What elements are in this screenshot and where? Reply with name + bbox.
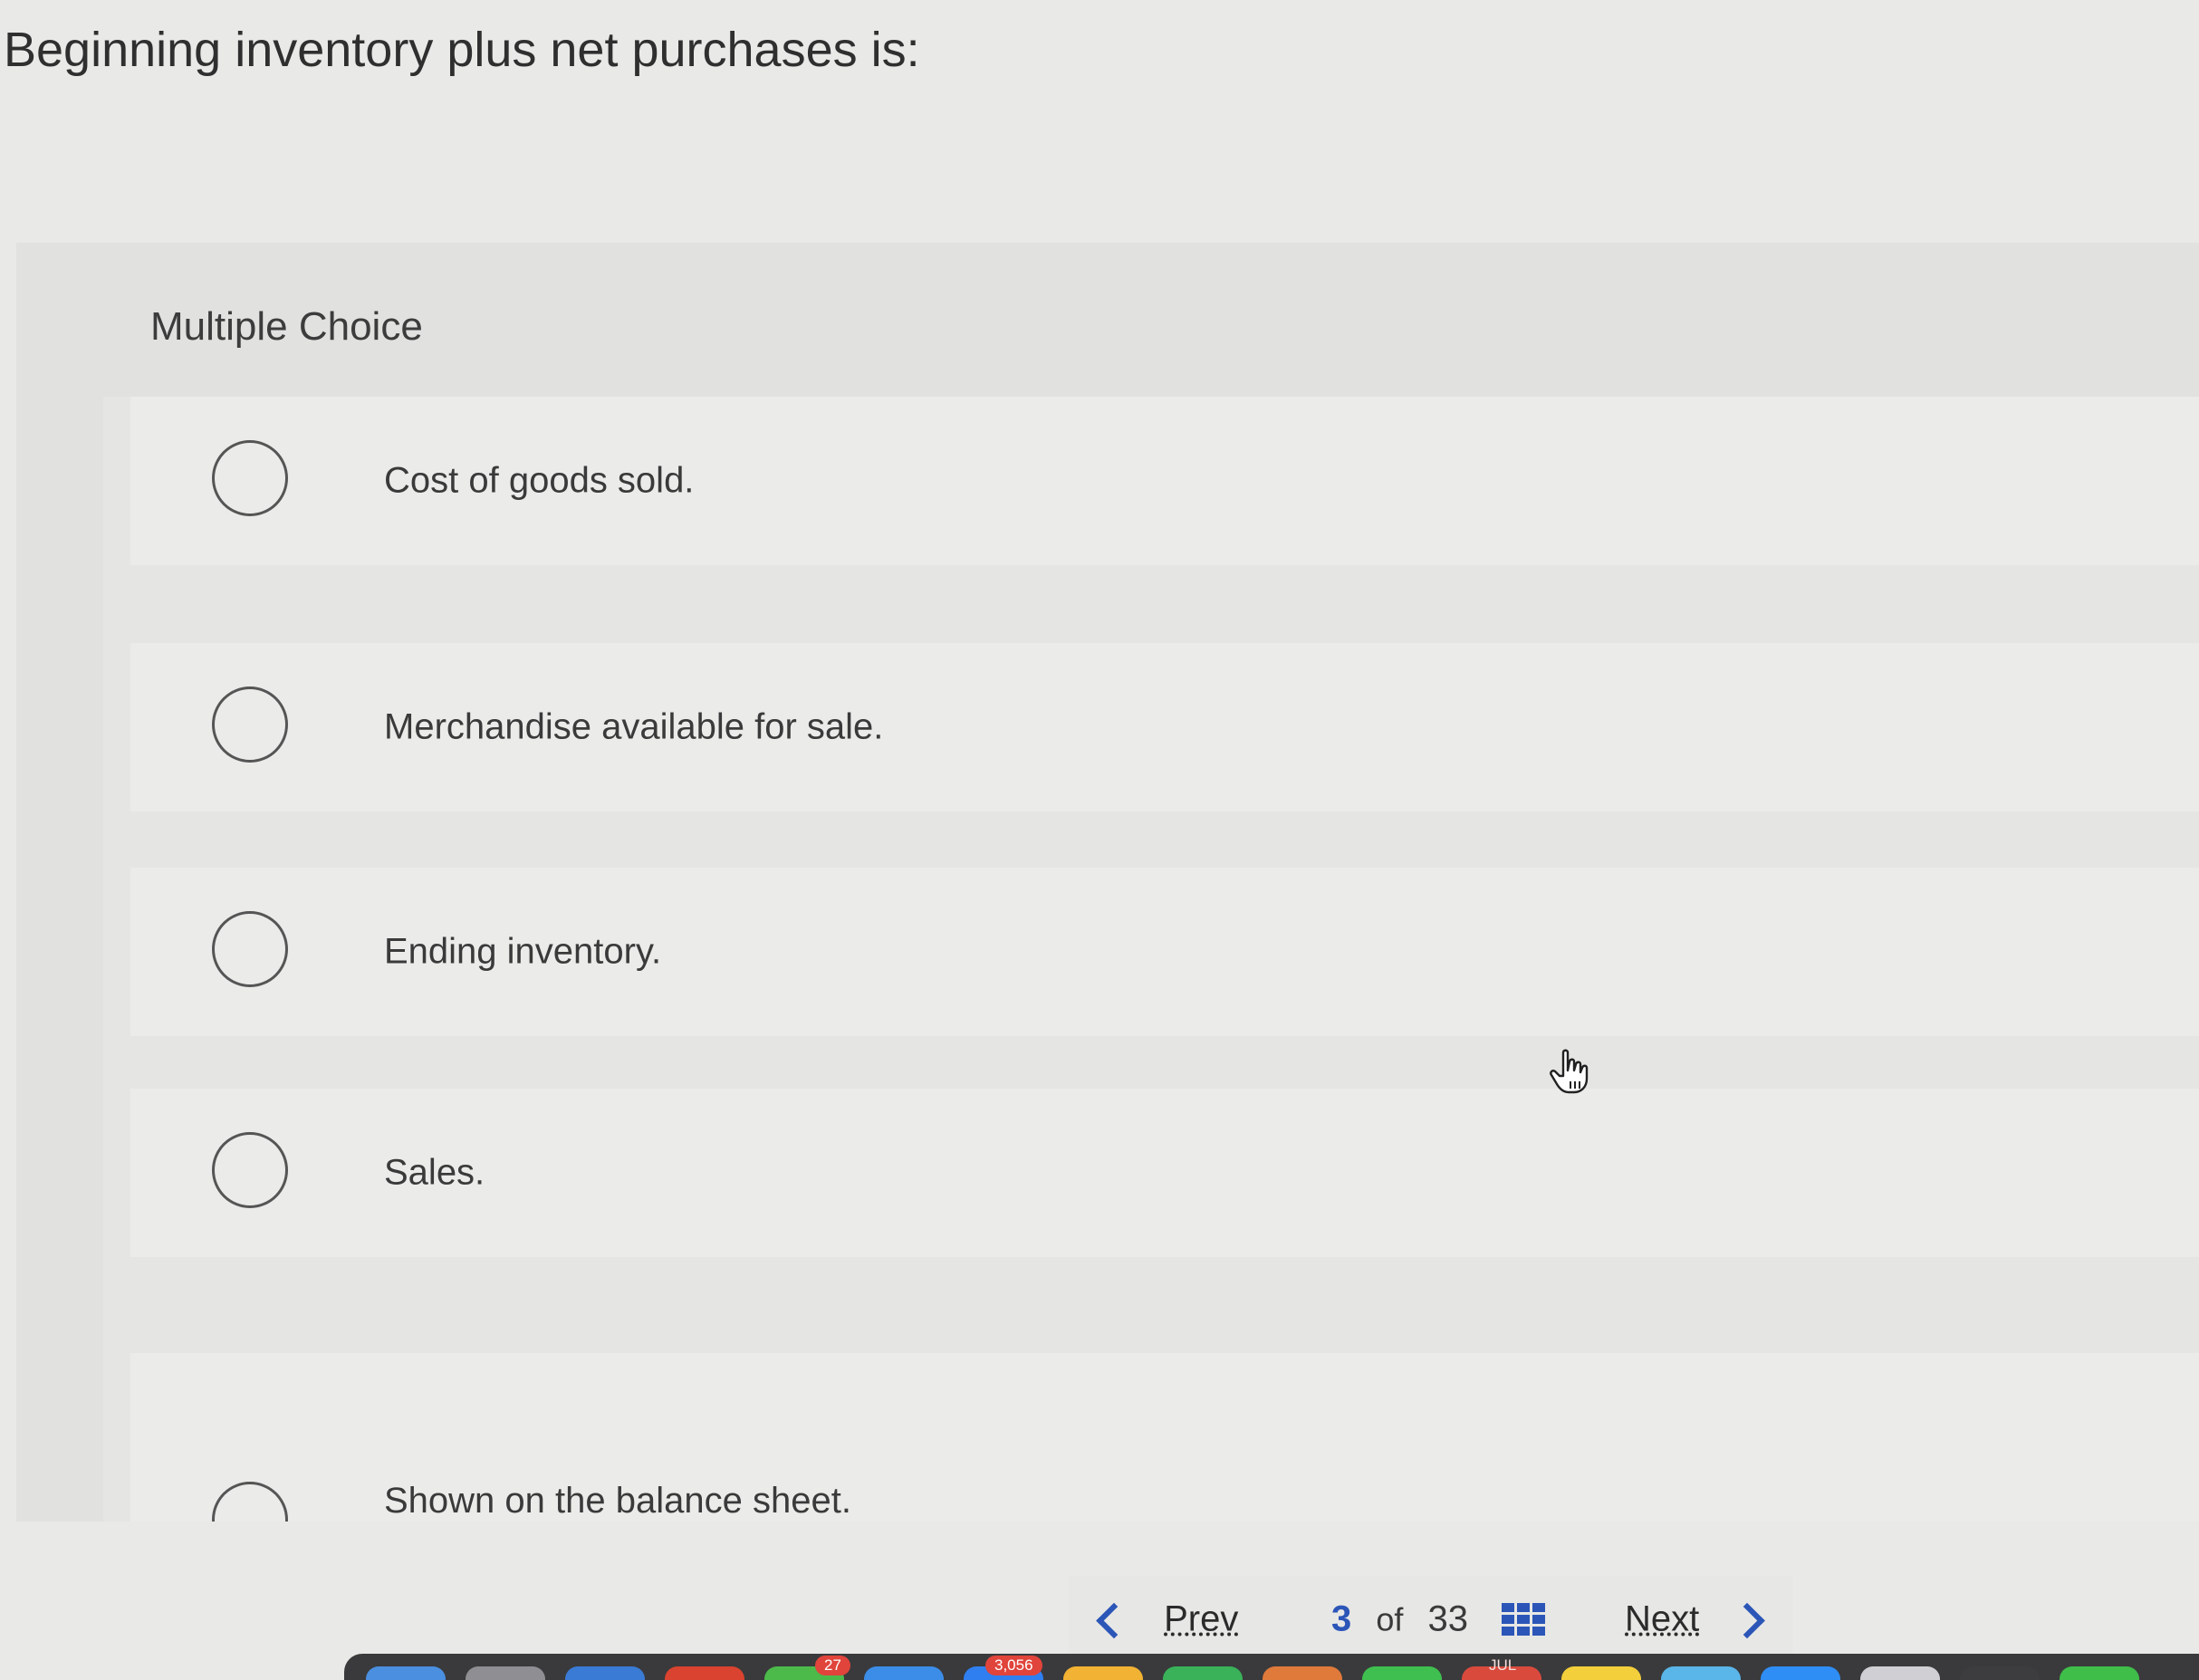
dock-app-photos-icon[interactable] bbox=[1063, 1666, 1143, 1680]
choice-option-1[interactable]: Cost of goods sold. bbox=[130, 397, 2199, 565]
page-indicator: 3 of 33 bbox=[1331, 1599, 1468, 1640]
dock-app-icon[interactable] bbox=[1860, 1666, 1940, 1680]
dock-app-icon[interactable] bbox=[864, 1666, 944, 1680]
dock-app-notes-icon[interactable] bbox=[1561, 1666, 1641, 1680]
question-grid-icon[interactable] bbox=[1502, 1603, 1545, 1636]
dock-app-icon[interactable] bbox=[2060, 1666, 2139, 1680]
prev-button[interactable]: Prev bbox=[1096, 1598, 1239, 1640]
choice-option-4[interactable]: Sales. bbox=[130, 1089, 2199, 1257]
radio-button[interactable] bbox=[212, 1132, 288, 1208]
radio-button[interactable] bbox=[212, 1482, 288, 1522]
dock-app-icon[interactable] bbox=[1163, 1666, 1243, 1680]
next-button[interactable]: Next bbox=[1625, 1598, 1766, 1640]
dock-app-appstore-icon[interactable] bbox=[1761, 1666, 1840, 1680]
current-page: 3 bbox=[1331, 1598, 1352, 1639]
choices-list: Cost of goods sold. Merchandise availabl… bbox=[103, 397, 2199, 1522]
choice-label: Cost of goods sold. bbox=[384, 460, 695, 501]
choice-option-3[interactable]: Ending inventory. bbox=[130, 868, 2199, 1036]
dock-app-finder-icon[interactable] bbox=[366, 1666, 446, 1680]
dock-app-icon[interactable] bbox=[1960, 1666, 2040, 1680]
dock-badge: 3,056 bbox=[985, 1656, 1042, 1675]
hand-cursor-icon bbox=[1550, 1049, 1589, 1094]
dock: 27 3,056 JUL bbox=[344, 1654, 2199, 1680]
choice-label: Ending inventory. bbox=[384, 931, 662, 972]
multiple-choice-header: Multiple Choice bbox=[150, 304, 423, 349]
radio-button[interactable] bbox=[212, 440, 288, 516]
choice-option-2[interactable]: Merchandise available for sale. bbox=[130, 643, 2199, 811]
prev-label: Prev bbox=[1164, 1598, 1239, 1639]
dock-app-icon[interactable] bbox=[665, 1666, 744, 1680]
chevron-left-icon bbox=[1096, 1603, 1132, 1639]
question-text: Beginning inventory plus net purchases i… bbox=[4, 23, 920, 77]
dock-app-icon[interactable] bbox=[565, 1666, 645, 1680]
next-label: Next bbox=[1625, 1598, 1700, 1639]
radio-button[interactable] bbox=[212, 686, 288, 763]
dock-badge: 27 bbox=[815, 1656, 850, 1675]
dock-calendar-month: JUL bbox=[1489, 1656, 1517, 1674]
dock-app-facetime-icon[interactable] bbox=[1362, 1666, 1442, 1680]
multiple-choice-panel: Multiple Choice Cost of goods sold. Merc… bbox=[16, 243, 2199, 1522]
choice-option-5[interactable]: Shown on the balance sheet. bbox=[130, 1353, 2199, 1522]
dock-app-icon[interactable] bbox=[1263, 1666, 1342, 1680]
total-pages: 33 bbox=[1427, 1598, 1469, 1639]
dock-app-icon[interactable] bbox=[466, 1666, 545, 1680]
page-of-label: of bbox=[1376, 1600, 1404, 1638]
choice-label: Shown on the balance sheet. bbox=[384, 1481, 851, 1521]
chevron-right-icon bbox=[1729, 1603, 1766, 1639]
choice-label: Merchandise available for sale. bbox=[384, 706, 884, 747]
question-navigation: Prev 3 of 33 Next bbox=[1069, 1576, 1793, 1663]
radio-button[interactable] bbox=[212, 911, 288, 987]
choice-label: Sales. bbox=[384, 1152, 485, 1193]
dock-app-icon[interactable] bbox=[1661, 1666, 1741, 1680]
